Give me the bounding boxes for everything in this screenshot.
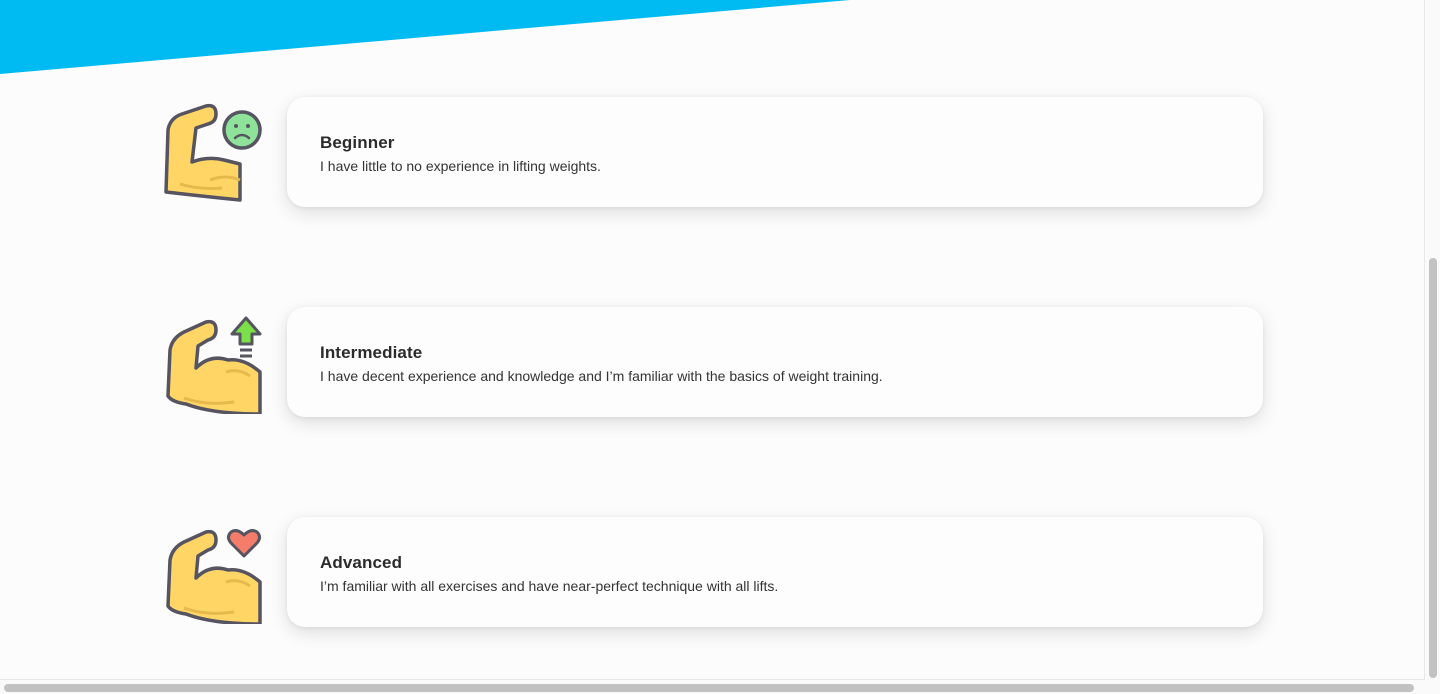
horizontal-scrollbar[interactable] <box>0 679 1425 694</box>
level-option-advanced[interactable]: Advanced I’m familiar with all exercises… <box>160 516 1264 628</box>
level-option-beginner[interactable]: Beginner I have little to no experience … <box>160 96 1264 208</box>
level-description: I’m familiar with all exercises and have… <box>320 578 779 594</box>
vertical-scrollbar-thumb[interactable] <box>1429 258 1437 678</box>
horizontal-scrollbar-thumb[interactable] <box>4 684 1414 692</box>
experience-level-page: Beginner I have little to no experience … <box>0 0 1440 694</box>
level-option-intermediate[interactable]: Intermediate I have decent experience an… <box>160 306 1264 418</box>
level-description: I have decent experience and knowledge a… <box>320 368 883 384</box>
header-banner <box>0 0 850 74</box>
level-card-advanced[interactable]: Advanced I’m familiar with all exercises… <box>287 517 1263 627</box>
level-title: Beginner <box>320 133 395 152</box>
level-card-beginner[interactable]: Beginner I have little to no experience … <box>287 97 1263 207</box>
level-title: Intermediate <box>320 343 423 362</box>
flexed-arm-sad-face-icon <box>164 103 262 202</box>
flexed-arm-heart-icon <box>166 529 262 624</box>
vertical-scrollbar[interactable] <box>1424 0 1440 680</box>
scrollbar-corner <box>1425 680 1440 694</box>
flexed-arm-up-arrow-icon <box>166 316 262 414</box>
level-card-intermediate[interactable]: Intermediate I have decent experience an… <box>287 307 1263 417</box>
level-title: Advanced <box>320 553 403 572</box>
level-description: I have little to no experience in liftin… <box>320 158 601 174</box>
